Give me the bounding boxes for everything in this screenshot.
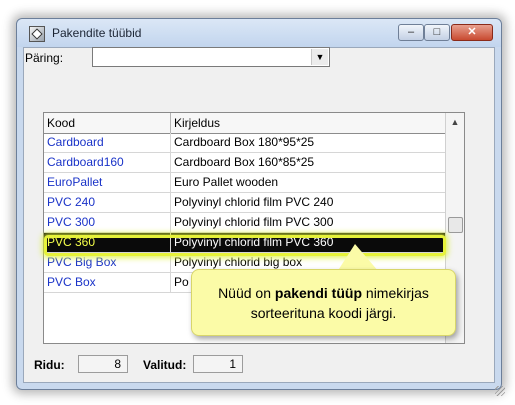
cell-code: Cardboard (44, 133, 171, 152)
callout-text-bold: pakendi tüüp (274, 285, 363, 301)
maximize-button[interactable]: □ (424, 24, 450, 41)
grid-header: Kood Kirjeldus (44, 113, 447, 134)
selected-row-highlight (44, 235, 446, 256)
cell-description: Cardboard Box 160*85*25 (174, 155, 315, 169)
scroll-thumb[interactable] (448, 217, 463, 233)
cell-code: Cardboard160 (44, 153, 171, 172)
table-row[interactable]: PVC 240 Polyvinyl chlorid film PVC 240 (44, 193, 447, 213)
query-label: Päring: (25, 51, 64, 65)
app-icon (29, 26, 45, 42)
dropdown-arrow-icon[interactable]: ▼ (311, 49, 328, 65)
cell-description: Polyvinyl chlorid film PVC 240 (174, 195, 334, 209)
table-row[interactable]: EuroPallet Euro Pallet wooden (44, 173, 447, 193)
tooltip-callout: Nüüd on pakendi tüüp nimekirjas sorteeri… (191, 269, 456, 336)
cell-description: Euro Pallet wooden (174, 175, 279, 189)
callout-text-line2: sorteerituna koodi järgi. (250, 305, 397, 321)
selected-count-value: 1 (193, 355, 243, 373)
callout-pointer (337, 244, 379, 272)
cell-code: PVC Box (44, 273, 171, 292)
title-bar[interactable]: Pakendite tüübid – □ ✕ (17, 19, 501, 47)
cell-description: Polyvinyl chlorid film PVC 300 (174, 215, 334, 229)
close-button[interactable]: ✕ (451, 24, 493, 41)
rows-count-value: 8 (78, 355, 128, 373)
minimize-button[interactable]: – (398, 24, 424, 41)
cell-description: Cardboard Box 180*95*25 (174, 135, 315, 149)
cell-code: EuroPallet (44, 173, 171, 192)
callout-text-end: nimekirjas (362, 285, 429, 301)
cell-code: PVC 240 (44, 193, 171, 212)
column-header-code[interactable]: Kood (44, 113, 171, 133)
column-header-description[interactable]: Kirjeldus (171, 113, 447, 133)
table-row[interactable]: Cardboard Cardboard Box 180*95*25 (44, 133, 447, 153)
window-title: Pakendite tüübid (52, 26, 142, 40)
resize-grip-icon[interactable] (495, 386, 505, 396)
rows-count-label: Ridu: (34, 358, 65, 372)
selected-count-label: Valitud: (143, 358, 187, 372)
table-row[interactable]: PVC 300 Polyvinyl chlorid film PVC 300 (44, 213, 447, 233)
table-row[interactable]: Cardboard160 Cardboard Box 160*85*25 (44, 153, 447, 173)
scroll-up-arrow-icon[interactable]: ▲ (446, 113, 464, 131)
cell-code: PVC 300 (44, 213, 171, 232)
callout-text-start: Nüüd on (218, 285, 275, 301)
query-combobox[interactable]: ▼ (92, 47, 330, 67)
